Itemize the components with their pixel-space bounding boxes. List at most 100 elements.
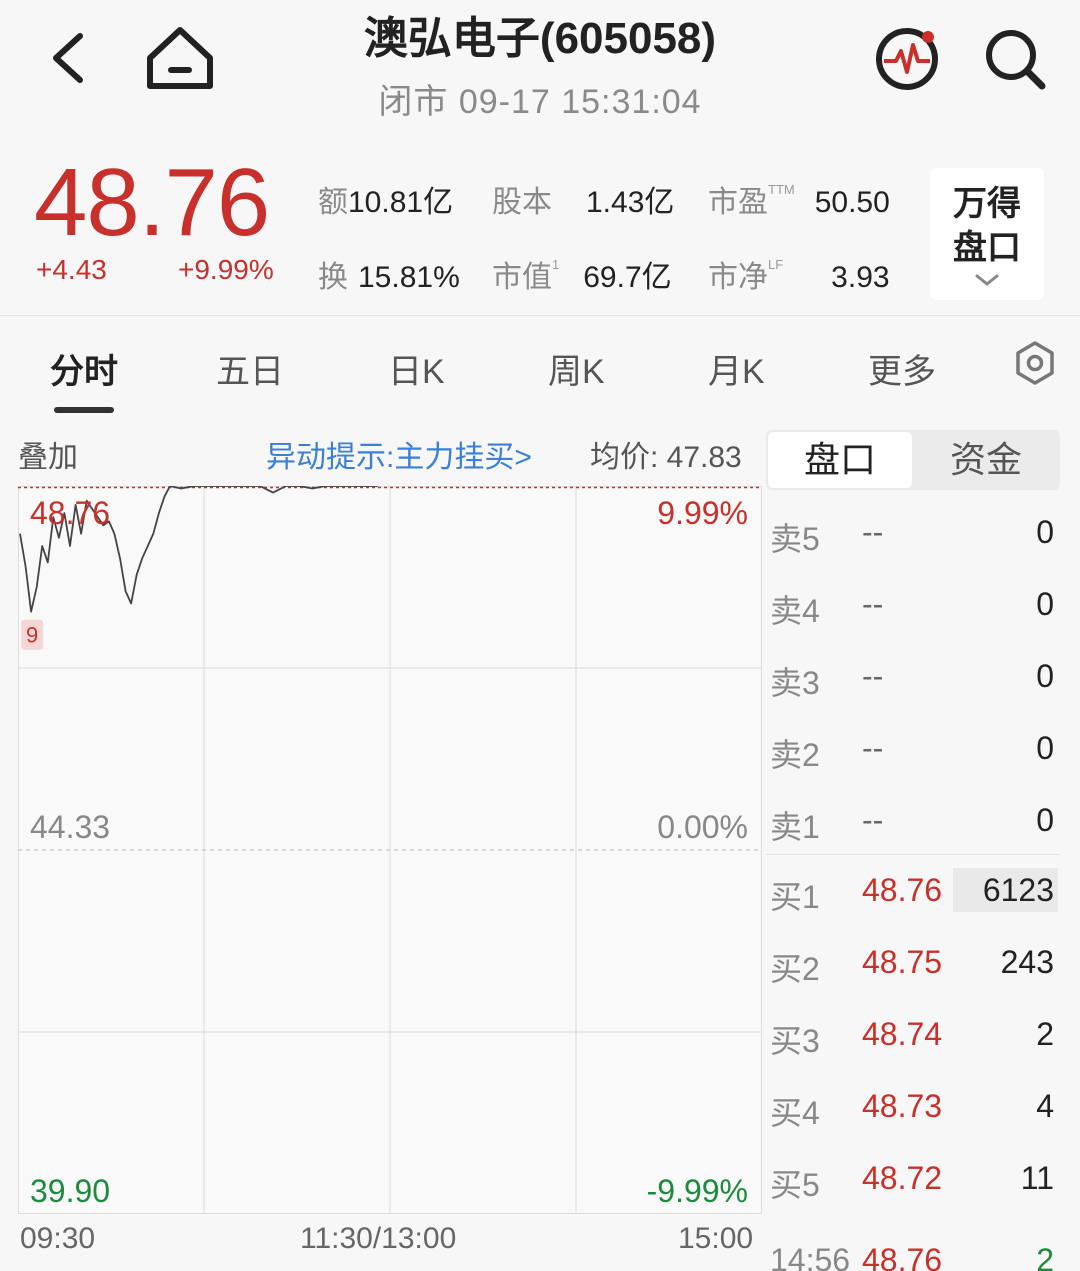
stat-mktcap: 市值1 69.7亿	[492, 252, 672, 296]
chevron-down-icon	[975, 274, 999, 286]
chart-tabs: 分时 五日 日K 周K 月K 更多	[0, 315, 1080, 415]
ask-volume: 0	[1036, 514, 1054, 550]
stat-turnover: 换 15.81%	[318, 252, 460, 296]
ask-label: 卖3	[770, 665, 820, 701]
stat-amount-label: 额	[318, 186, 348, 219]
ask-price: --	[862, 658, 884, 694]
stat-pb-sup: LF	[768, 257, 784, 272]
tab-five-day[interactable]: 五日	[216, 344, 284, 393]
stat-pb: 市净LF 3.93	[708, 252, 890, 296]
bid-label: 买1	[770, 879, 820, 915]
ask-row: 卖4 -- 0	[766, 578, 1060, 632]
tab-daily-k[interactable]: 日K	[388, 344, 445, 393]
tab-more[interactable]: 更多	[868, 344, 936, 393]
tab-intraday[interactable]: 分时	[50, 344, 118, 393]
stat-shares-value: 1.43亿	[586, 186, 675, 219]
ask-volume: 0	[1036, 802, 1054, 838]
bid-row: 买5 48.72 11	[766, 1152, 1060, 1206]
bid-volume: 4	[1036, 1088, 1054, 1124]
tab-orderbook[interactable]: 盘口	[768, 432, 912, 488]
wande-label-1: 万得	[953, 185, 1021, 223]
ask-label: 卖5	[770, 521, 820, 557]
settings-icon	[1016, 341, 1054, 385]
ask-row: 卖1 -- 0	[766, 794, 1060, 848]
bid-price: 48.73	[862, 1088, 943, 1124]
market-pulse-button[interactable]	[872, 24, 942, 94]
ask-label: 卖2	[770, 737, 820, 773]
stat-shares: 股本 1.43亿	[492, 177, 674, 221]
stat-pe-label: 市盈	[708, 186, 768, 219]
bid-volume: 11	[1020, 1160, 1054, 1196]
stat-mktcap-label: 市值	[492, 261, 552, 294]
tick-time: 14:56	[770, 1242, 851, 1271]
top-bar: 澳弘电子(605058) 闭市 09-17 15:31:04	[0, 0, 1080, 125]
y-label-price-top: 48.76	[30, 495, 110, 531]
ask-volume: 0	[1036, 586, 1054, 622]
ask-row: 卖3 -- 0	[766, 650, 1060, 704]
ask-price: --	[862, 514, 884, 550]
price-change-pct: +9.99%	[178, 254, 274, 285]
x-tick-label-open: 09:30	[20, 1222, 96, 1255]
bid-price: 48.72	[862, 1160, 943, 1196]
overlay-button[interactable]: 叠加	[18, 432, 78, 476]
stat-amount-value: 10.81亿	[348, 186, 454, 219]
chart-header: 叠加 异动提示:主力挂买> 均价: 47.83	[0, 418, 765, 484]
wande-orderbook-button[interactable]: 万得 盘口	[930, 168, 1044, 300]
stat-turnover-label: 换	[318, 261, 348, 294]
price-change: +4.43	[36, 254, 107, 285]
right-panel-tabs: 盘口 资金	[766, 430, 1060, 490]
bid-volume: 2	[1036, 1016, 1054, 1052]
ask-row: 卖5 -- 0	[766, 506, 1060, 560]
stat-mktcap-sup: 1	[552, 257, 560, 272]
pulse-icon	[876, 28, 938, 90]
stat-turnover-value: 15.81%	[358, 261, 460, 294]
y-label-pct-mid: 0.00%	[657, 809, 748, 845]
search-button[interactable]	[980, 24, 1050, 94]
x-tick-label-midday: 11:30/13:00	[300, 1222, 457, 1255]
ask-price: --	[862, 802, 884, 838]
bid-price: 48.75	[862, 944, 943, 980]
ask-price: --	[862, 586, 884, 622]
wande-label-2: 盘口	[953, 229, 1021, 267]
y-label-price-mid: 44.33	[30, 809, 110, 845]
bid-label: 买4	[770, 1095, 820, 1131]
stat-amount: 额10.81亿	[318, 177, 453, 221]
ask-row: 卖2 -- 0	[766, 722, 1060, 776]
stat-pe-value: 50.50	[814, 186, 890, 219]
tab-monthly-k[interactable]: 月K	[708, 344, 765, 393]
ask-volume: 0	[1036, 658, 1054, 694]
tick-volume: 2	[1036, 1242, 1054, 1271]
y-label-price-bottom: 39.90	[30, 1173, 110, 1209]
bid-label: 买5	[770, 1167, 820, 1203]
movement-alert-link[interactable]: 异动提示:主力挂买>	[266, 432, 532, 476]
bid-row: 买4 48.73 4	[766, 1080, 1060, 1134]
ask-volume: 0	[1036, 730, 1054, 766]
bid-volume: 6123	[952, 868, 1058, 912]
average-price: 均价: 47.83	[590, 441, 742, 474]
stat-mktcap-value: 69.7亿	[583, 261, 672, 294]
intraday-chart[interactable]: 9 48.76 9.99% 44.33 0.00% 39.90 -9.99%	[18, 486, 762, 1214]
tab-capital[interactable]: 资金	[914, 430, 1058, 490]
chart-settings-button[interactable]	[1012, 340, 1058, 386]
tab-weekly-k[interactable]: 周K	[548, 344, 605, 393]
bid-price: 48.76	[862, 872, 943, 908]
x-tick-label-close: 15:00	[678, 1222, 754, 1255]
tick-price: 48.76	[862, 1242, 943, 1271]
last-price: 48.76	[34, 149, 270, 256]
ask-label: 卖1	[770, 809, 820, 845]
bid-label: 买2	[770, 951, 820, 987]
bid-label: 买3	[770, 1023, 820, 1059]
y-label-pct-bottom: -9.99%	[647, 1173, 748, 1209]
search-icon	[986, 30, 1046, 90]
orderbook-divider	[766, 854, 1060, 855]
bid-row: 买3 48.74 2	[766, 1008, 1060, 1062]
active-tab-indicator	[54, 407, 114, 413]
stat-shares-label: 股本	[492, 186, 552, 219]
bid-volume: 243	[1000, 944, 1054, 980]
ask-price: --	[862, 730, 884, 766]
y-label-pct-top: 9.99%	[657, 495, 748, 531]
bid-row: 买2 48.75 243	[766, 936, 1060, 990]
stat-pb-label: 市净	[708, 261, 768, 294]
stat-pb-value: 3.93	[831, 261, 890, 294]
stat-pe-sup: TTM	[768, 182, 795, 197]
